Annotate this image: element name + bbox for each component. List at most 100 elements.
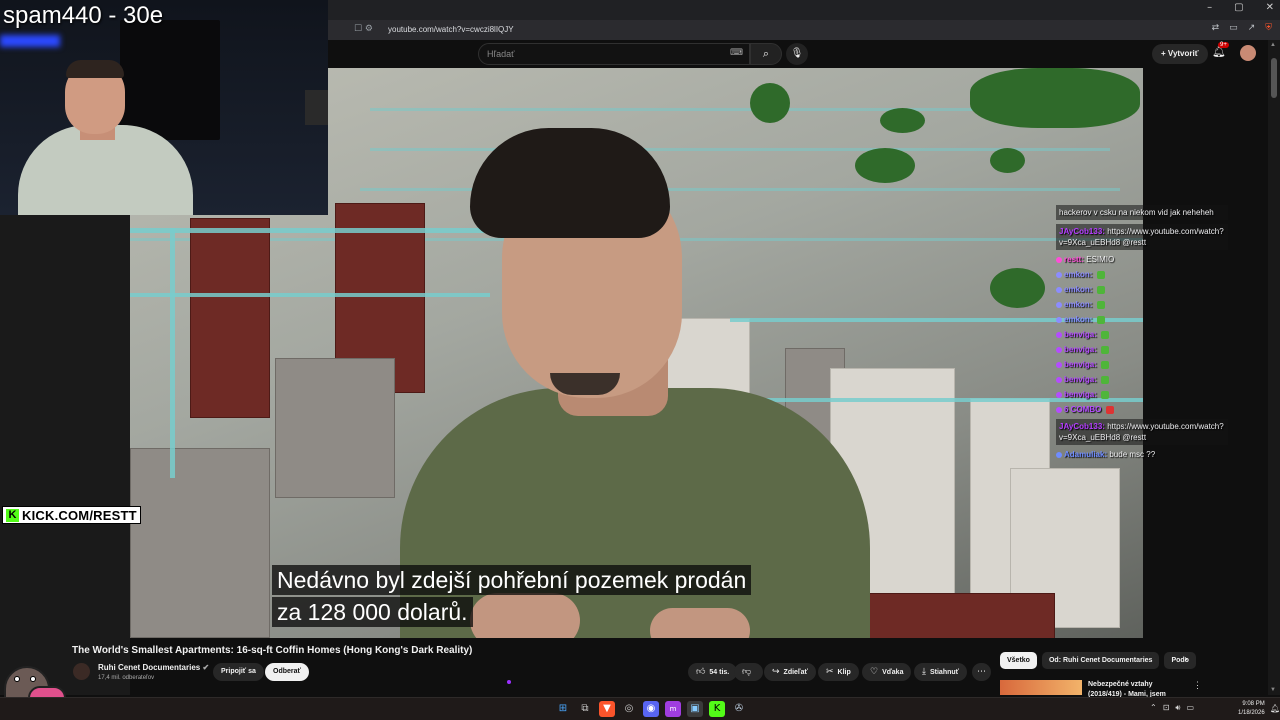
bookmark-icon[interactable]: ☐ ⚙ xyxy=(354,24,373,34)
kick-app-icon[interactable]: K xyxy=(709,701,725,717)
notification-icon[interactable]: 🔔︎ xyxy=(1270,704,1280,713)
close-button[interactable]: ✕ xyxy=(1266,2,1274,13)
chat-username[interactable]: emkon: xyxy=(1064,300,1092,309)
chat-username[interactable]: benviga: xyxy=(1064,360,1097,369)
chat-username[interactable]: Adamuliak: xyxy=(1064,450,1107,459)
brave-browser-icon[interactable]: ▼ xyxy=(599,701,615,717)
chat-message: benviga: xyxy=(1056,374,1228,385)
maximize-button[interactable]: ▢ xyxy=(1234,2,1243,13)
subscriber-count: 17,4 mil. odberateľov xyxy=(98,675,155,681)
address-bar[interactable]: ☐ ⚙ youtube.com/watch?v=cwczi8lIQJY ⇄ ▭ … xyxy=(328,20,1280,40)
keyboard-icon[interactable]: ⌨ xyxy=(730,48,743,58)
scroll-up-icon[interactable]: ▲ xyxy=(1270,42,1276,48)
clock-date: 1/18/2026 xyxy=(1238,710,1265,716)
chat-username[interactable]: benviga: xyxy=(1064,345,1097,354)
subtitle-line: Nedávno byl zdejší pohřební pozemek prod… xyxy=(272,565,752,595)
cast-icon[interactable]: ▭ xyxy=(1229,23,1238,33)
subtitle-line: za 128 000 dolarů. xyxy=(272,597,473,627)
translate-icon[interactable]: ⇄ xyxy=(1212,23,1220,33)
channel-name-text[interactable]: Ruhi Cenet Documentaries xyxy=(98,663,200,672)
chat-username[interactable]: restt: xyxy=(1064,255,1084,264)
chip-related[interactable]: Podo xyxy=(1164,652,1196,669)
chat-username[interactable]: 6 COMBO xyxy=(1064,405,1101,414)
voice-search-button[interactable]: 🎙 xyxy=(786,43,808,65)
steam-icon[interactable]: ✇ xyxy=(731,701,747,717)
notifications-button[interactable]: 🔔︎ 9+ xyxy=(1212,42,1229,58)
network-icon[interactable]: ⊡ xyxy=(1163,703,1170,713)
taskbar-clock[interactable]: 9:08 PM 1/18/2026 xyxy=(1238,700,1265,718)
chip-all[interactable]: Všetko xyxy=(1000,652,1037,669)
emote-icon xyxy=(1096,270,1105,279)
user-badge-icon xyxy=(1056,346,1062,353)
channel-name[interactable]: Ruhi Cenet Documentaries ✔ xyxy=(98,663,209,672)
emote-icon xyxy=(1096,315,1105,324)
tombstone xyxy=(130,448,270,638)
scrollbar-thumb[interactable] xyxy=(1271,58,1277,98)
clip-button[interactable]: ✂ Klip xyxy=(818,663,859,681)
share-button[interactable]: ↪ Zdieľať xyxy=(764,663,816,681)
emote-icon xyxy=(1101,345,1110,354)
obs-icon[interactable]: ◎ xyxy=(621,701,637,717)
scroll-down-icon[interactable]: ▼ xyxy=(1270,687,1276,693)
user-badge-icon xyxy=(1056,376,1062,383)
chat-username[interactable]: JAyCob133: xyxy=(1059,227,1105,236)
battery-icon[interactable]: ▭ xyxy=(1186,703,1194,713)
scissors-icon: ✂ xyxy=(826,667,834,677)
subscribe-button[interactable]: Odberať xyxy=(265,663,309,681)
recommendation-thumbnail[interactable] xyxy=(1000,680,1082,695)
brave-shield-icon[interactable]: ⛨ xyxy=(1265,23,1272,33)
windows-taskbar: ⊞ ⧉ ▼ ◎ ◉ m ▣ K ✇ ⌃ ⊡ 🔊︎ ▭ 9:08 PM 1/18/… xyxy=(0,697,1280,720)
share-icon[interactable]: ↗ xyxy=(1248,23,1256,33)
chat-message: benviga: xyxy=(1056,344,1228,355)
chat-username[interactable]: benviga: xyxy=(1064,390,1097,399)
messenger-icon[interactable]: m xyxy=(665,701,681,717)
download-button[interactable]: ⤓ Stiahnuť xyxy=(914,663,968,681)
chevron-up-icon[interactable]: ⌃ xyxy=(1150,703,1157,713)
user-badge-icon xyxy=(1056,391,1062,398)
volume-icon[interactable]: 🔊︎ xyxy=(1175,703,1180,713)
like-count: 54 tis. xyxy=(709,669,730,676)
stream-overlay-title: spam440 - 30e xyxy=(3,2,164,29)
terminal-icon[interactable]: ▣ xyxy=(687,701,703,717)
join-button[interactable]: Pripojiť sa xyxy=(213,663,264,681)
chat-username[interactable]: benviga: xyxy=(1064,375,1097,384)
minimize-button[interactable]: – xyxy=(1207,2,1212,13)
more-actions-button[interactable]: ⋯ xyxy=(972,663,991,681)
tree xyxy=(880,108,925,133)
chat-username[interactable]: emkon: xyxy=(1064,285,1092,294)
url-text[interactable]: youtube.com/watch?v=cwczi8lIQJY xyxy=(388,25,514,34)
account-avatar[interactable] xyxy=(1240,45,1256,61)
chat-username[interactable]: emkon: xyxy=(1064,270,1092,279)
notification-badge: 9+ xyxy=(1218,42,1229,48)
task-view-icon[interactable]: ⧉ xyxy=(577,701,593,717)
create-button[interactable]: + Vytvoriť xyxy=(1152,44,1208,64)
discord-icon[interactable]: ◉ xyxy=(643,701,659,717)
tree xyxy=(990,148,1025,173)
emote-icon xyxy=(1101,375,1110,384)
chevron-right-icon[interactable]: › xyxy=(1184,654,1188,665)
tree xyxy=(750,83,790,123)
chat-username[interactable]: benviga: xyxy=(1064,330,1097,339)
thanks-button[interactable]: ♡ Vďaka xyxy=(862,663,912,681)
search-input[interactable]: Hľadať ⌨ xyxy=(478,43,750,65)
search-icon: ⌕ xyxy=(762,47,770,60)
recommendation-chips: Všetko Od: Ruhi Cenet Documentaries Podo xyxy=(1000,652,1196,669)
user-badge-icon xyxy=(1056,271,1062,278)
chat-username[interactable]: JAyCob133: xyxy=(1059,422,1105,431)
windows-start-icon[interactable]: ⊞ xyxy=(555,701,571,717)
emote-icon xyxy=(1096,300,1105,309)
more-vertical-icon[interactable]: ⋮ xyxy=(1193,680,1202,691)
search-button[interactable]: ⌕ xyxy=(750,43,782,65)
browser-titlebar: – ▢ ✕ xyxy=(328,0,1280,20)
channel-avatar[interactable] xyxy=(73,663,90,680)
dislike-button[interactable]: 👎︎ xyxy=(734,663,764,681)
user-badge-icon xyxy=(1056,331,1062,338)
like-button[interactable]: 👍︎ 54 tis. xyxy=(688,663,738,681)
emote-icon xyxy=(1101,360,1110,369)
chat-username[interactable]: emkon: xyxy=(1064,315,1092,324)
chat-message: benviga: xyxy=(1056,389,1228,400)
page-scrollbar[interactable]: ▲ ▼ xyxy=(1268,40,1280,695)
thumbs-up-icon: 👍︎ xyxy=(696,667,706,677)
join-label: Pripojiť sa xyxy=(221,668,256,675)
chip-from-channel[interactable]: Od: Ruhi Cenet Documentaries xyxy=(1041,652,1160,669)
